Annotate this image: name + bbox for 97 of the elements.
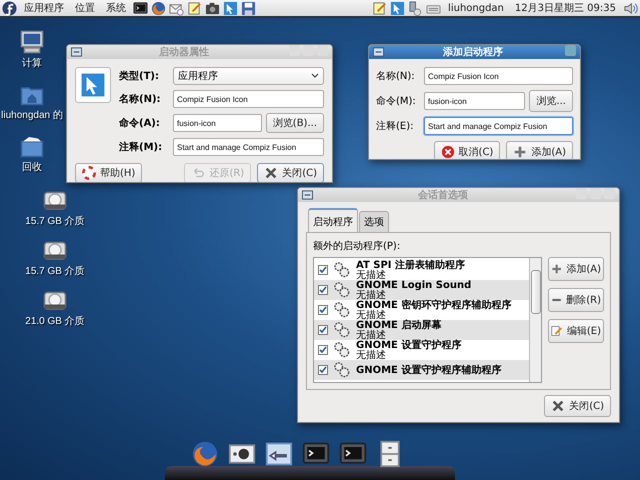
- tab[interactable]: 启动程序: [308, 208, 358, 232]
- notepad-icon[interactable]: [187, 0, 202, 16]
- item-name: GNOME 启动屏幕: [356, 320, 442, 330]
- add-button[interactable]: 添加(A): [548, 257, 604, 281]
- network-icon[interactable]: [408, 0, 424, 16]
- check-icon: [319, 326, 327, 334]
- pencil-icon: [551, 324, 563, 338]
- icon-label: 15.7 GB 介质: [25, 214, 85, 228]
- plus-icon: [513, 145, 528, 159]
- clock[interactable]: 12月3日星期三 09:35: [510, 1, 620, 15]
- browse-button[interactable]: 浏览(B)...: [266, 113, 324, 133]
- globe-icon[interactable]: [151, 0, 166, 16]
- field-label: 命令(A):: [119, 116, 161, 130]
- item-name: GNOME Login Sound: [356, 280, 472, 290]
- text-field[interactable]: Start and manage Compiz Fusion: [424, 117, 573, 135]
- gears-icon: [334, 302, 350, 318]
- check-icon: [319, 306, 327, 314]
- check-icon: [319, 366, 327, 374]
- window-menu-icon[interactable]: [302, 190, 313, 200]
- cancel-icon: [440, 145, 455, 159]
- pointer-icon[interactable]: [223, 0, 238, 16]
- floppy-icon[interactable]: [241, 0, 256, 16]
- menu-item[interactable]: 应用程序: [20, 1, 68, 15]
- checkbox[interactable]: [318, 325, 328, 335]
- item-name: AT SPI 注册表辅助程序: [356, 260, 465, 270]
- gears-icon: [334, 262, 350, 278]
- field-label: 注释(E):: [376, 120, 414, 133]
- caret-icon: [311, 72, 319, 78]
- item-name: GNOME 密钥环守护程序辅助程序: [356, 300, 512, 310]
- item-description: 无描述: [356, 330, 387, 340]
- window-title: 会话首选项: [417, 188, 469, 202]
- checkbox[interactable]: [318, 285, 328, 295]
- icon-label: 回收: [22, 161, 42, 174]
- window-title: 添加启动程序: [442, 45, 504, 59]
- tab[interactable]: 选项: [359, 211, 389, 232]
- help-button[interactable]: 帮助(H): [75, 163, 142, 182]
- checkbox[interactable]: [318, 345, 328, 355]
- item-name: GNOME 设置守护程序: [356, 340, 462, 350]
- speaker-icon: [623, 0, 638, 16]
- window-menu-icon[interactable]: [373, 47, 384, 57]
- lifebuoy-icon: [82, 166, 96, 180]
- window-menu-icon[interactable]: [71, 47, 82, 57]
- remove-button[interactable]: 删除(R): [548, 288, 604, 312]
- icon-label: 21.0 GB 介质: [25, 314, 85, 328]
- checkbox[interactable]: [318, 365, 328, 375]
- edit-button[interactable]: 编辑(E): [548, 319, 604, 343]
- icon-label: 15.7 GB 介质: [25, 264, 85, 278]
- close-button[interactable]: 关闭(C): [257, 163, 324, 182]
- menu-item[interactable]: 系统: [102, 1, 130, 15]
- plus-icon: [551, 262, 562, 276]
- gears-icon: [334, 342, 350, 358]
- item-description: 无描述: [356, 310, 387, 320]
- close-icon: [264, 166, 278, 180]
- add-button[interactable]: 添加(A): [506, 141, 573, 159]
- camera-icon[interactable]: [205, 0, 220, 16]
- item-description: 无描述: [356, 290, 387, 300]
- terminal-icon[interactable]: [133, 0, 148, 16]
- computer-icon[interactable]: [20, 30, 44, 54]
- field-label: 名称(N):: [119, 92, 162, 106]
- field-label: 注释(M):: [119, 140, 164, 154]
- text-field[interactable]: Compiz Fusion Icon: [424, 67, 573, 85]
- text-field[interactable]: Compiz Fusion Icon: [173, 90, 324, 108]
- list-label: 额外的启动程序(P):: [313, 240, 402, 253]
- field-label: 名称(N):: [376, 70, 416, 83]
- check-icon: [319, 286, 327, 294]
- pointer-icon[interactable]: [390, 0, 406, 16]
- checkbox[interactable]: [318, 305, 328, 315]
- menu-item[interactable]: 位置: [71, 1, 99, 15]
- text-field[interactable]: Start and manage Compiz Fusion: [173, 138, 324, 156]
- browse-button[interactable]: 浏览...: [529, 90, 573, 112]
- type-dropdown[interactable]: 应用程序: [173, 67, 324, 85]
- field-label: 命令(M):: [376, 95, 417, 108]
- item-description: 无描述: [356, 350, 387, 360]
- check-icon: [319, 346, 327, 354]
- cancel-button[interactable]: 取消(C): [434, 141, 500, 159]
- window-title: 启动器属性: [158, 45, 210, 59]
- text-field[interactable]: fusion-icon: [424, 92, 526, 110]
- notepad-icon[interactable]: [372, 0, 388, 16]
- icon-label: liuhongdan 的: [1, 109, 63, 122]
- user-name[interactable]: liuhongdan: [444, 2, 508, 14]
- checkbox[interactable]: [318, 265, 328, 275]
- scrollbar[interactable]: [529, 258, 541, 382]
- icon-label: 计算: [22, 56, 42, 70]
- item-description: 无描述: [356, 270, 386, 280]
- trash-folder-icon[interactable]: [20, 134, 44, 158]
- pointer-icon: [80, 72, 106, 98]
- close-button[interactable]: 关闭(C): [544, 395, 611, 417]
- close-icon: [551, 399, 566, 413]
- icon-button[interactable]: [75, 67, 111, 103]
- field-label: 类型(T):: [119, 70, 160, 83]
- undo-icon: [191, 166, 206, 180]
- globe-icon[interactable]: [191, 440, 219, 468]
- item-name: GNOME 设置守护程序辅助程序: [356, 364, 502, 376]
- text-field[interactable]: fusion-icon: [173, 114, 262, 132]
- check-icon: [319, 266, 327, 274]
- logo-icon[interactable]: [2, 0, 17, 16]
- window-icon[interactable]: [265, 440, 293, 468]
